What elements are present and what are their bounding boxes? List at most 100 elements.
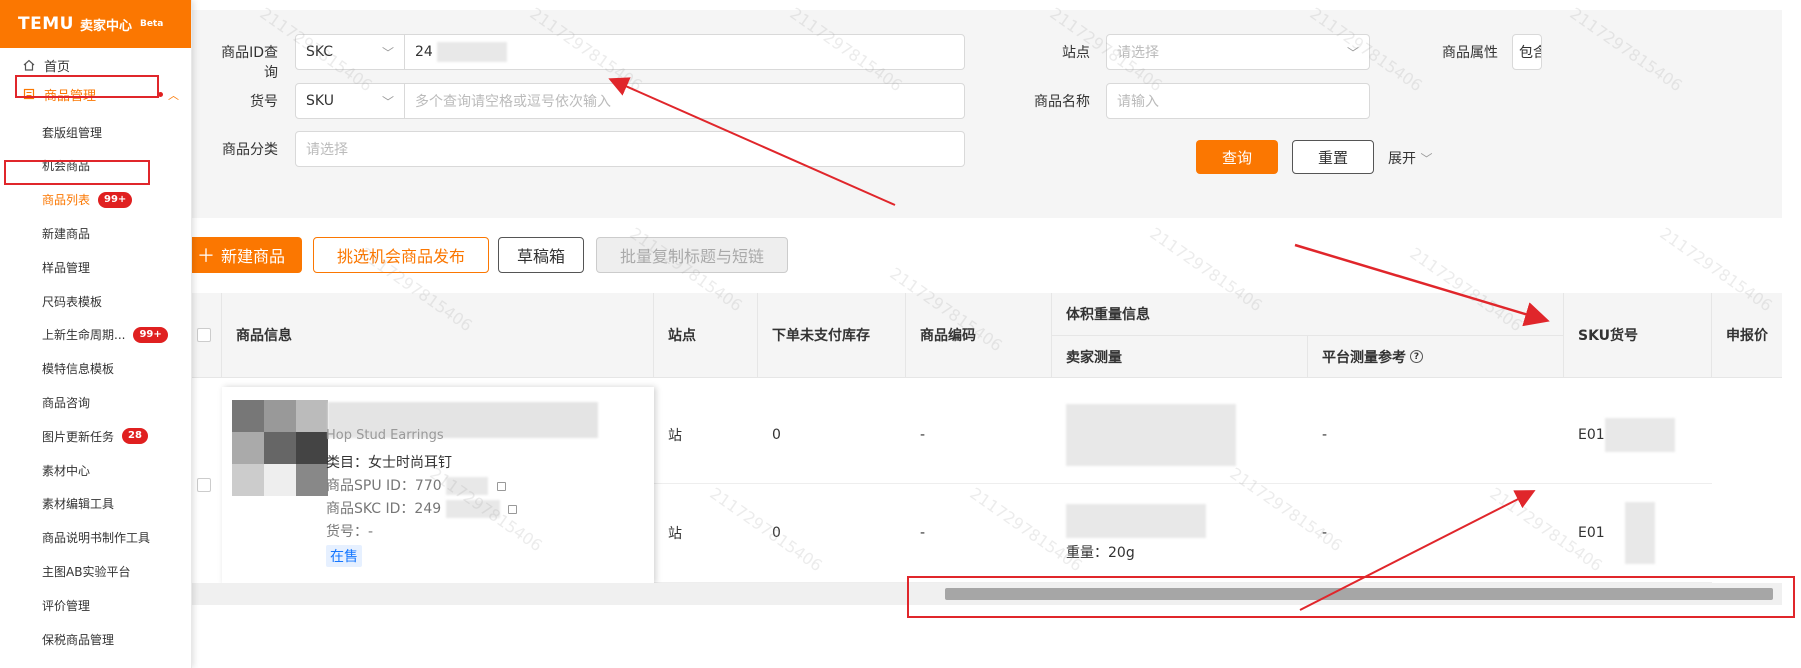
attribute-select[interactable]: 包含 [1512, 34, 1542, 70]
input-value: 24 [415, 44, 433, 60]
batch-copy-button[interactable]: 批量复制标题与短链 [596, 237, 788, 273]
header-product-info: 商品信息 [222, 293, 654, 378]
logo-subtitle: 卖家中心 [79, 18, 132, 34]
product-id-input[interactable]: 24 [404, 34, 965, 70]
sidebar-item-2[interactable]: 商品列表 99+ [0, 185, 192, 215]
sidebar-item-label: 图片更新任务 [42, 429, 115, 444]
chevron-down-icon: ﹀ [381, 94, 394, 109]
sidebar-item-13[interactable]: 主图AB实验平台 [0, 556, 192, 586]
help-icon[interactable]: ? [1410, 350, 1423, 363]
sidebar-item-label: 机会商品 [42, 159, 91, 174]
product-name-label: 商品名称 [1034, 94, 1090, 110]
sidebar-item-label: 商品管理 [44, 88, 97, 104]
selected-value: SKC [306, 44, 334, 60]
spu-text: 商品SPU ID：770 [326, 478, 442, 494]
product-thumbnail[interactable] [232, 400, 328, 496]
selected-value: SKU [306, 93, 334, 109]
chevron-up-icon: ︿ [168, 89, 179, 102]
sku-value: E01 [1578, 427, 1605, 443]
sku-type-select[interactable]: SKU ﹀ [295, 83, 405, 119]
header-declared-price: 申报价 [1712, 293, 1782, 378]
expand-label: 展开 [1388, 151, 1416, 167]
sidebar-item-label: 首页 [44, 59, 71, 75]
select-all-checkbox[interactable] [197, 328, 211, 342]
sidebar-item-product-management[interactable]: 商品管理 ︿ [0, 79, 192, 109]
drafts-button[interactable]: 草稿箱 [498, 237, 584, 273]
product-id-type-select[interactable]: SKC ﹀ [295, 34, 405, 70]
sidebar-item-label: 保税商品管理 [42, 632, 115, 647]
sidebar-item-label: 新建商品 [42, 226, 91, 241]
row-checkbox[interactable] [197, 478, 211, 492]
sidebar-item-4[interactable]: 样品管理 [0, 252, 192, 282]
sidebar-item-label: 评价管理 [42, 598, 91, 613]
sidebar-item-home[interactable]: 首页 [0, 50, 192, 80]
sidebar-item-label: 主图AB实验平台 [42, 564, 131, 579]
sidebar-item-9[interactable]: 图片更新任务 28 [0, 421, 192, 451]
product-category: 类目：女士时尚耳钉 [326, 455, 452, 471]
sidebar-item-label: 素材编辑工具 [42, 497, 115, 512]
copy-icon[interactable] [496, 481, 506, 491]
query-button[interactable]: 查询 [1196, 140, 1278, 174]
sidebar-item-label: 商品说明书制作工具 [42, 531, 151, 546]
placeholder-text: 请选择 [1117, 45, 1159, 61]
sidebar-item-8[interactable]: 商品咨询 [0, 387, 192, 417]
row-2-platform-ref: - [1308, 484, 1564, 583]
row-1-seller-measure [1052, 387, 1308, 484]
notification-dot [158, 92, 163, 97]
category-select[interactable]: 请选择 [295, 131, 965, 167]
horizontal-scrollbar-thumb[interactable] [945, 588, 1773, 600]
weight-value: 重量：20g [1066, 545, 1135, 561]
redacted-value [1624, 502, 1655, 564]
sidebar-item-label: 素材中心 [42, 463, 91, 478]
product-spu-id: 商品SPU ID：770 [326, 475, 506, 495]
selected-value: 包含 [1519, 45, 1541, 61]
sidebar-item-label: 上新生命周期... [42, 328, 126, 343]
product-id-label: 商品ID查询 [221, 45, 278, 81]
sku-label: 货号 [250, 94, 278, 110]
sidebar-item-label: 模特信息模板 [42, 362, 115, 377]
logo-bar[interactable]: TEMU 卖家中心 Beta [0, 0, 191, 48]
row-2-sku-code: E01 [1564, 484, 1712, 583]
row-1-site: 站 [654, 387, 758, 484]
sku-input[interactable]: 多个查询请空格或逗号依次输入 [404, 83, 965, 119]
expand-button[interactable]: 展开 ﹀ [1388, 148, 1432, 168]
sidebar-item-15[interactable]: 保税商品管理 [0, 624, 192, 654]
sidebar-item-0[interactable]: 套版组管理 [0, 117, 192, 147]
sidebar-item-11[interactable]: 素材编辑工具 [0, 489, 192, 519]
sidebar-item-10[interactable]: 素材中心 [0, 455, 192, 485]
sidebar-item-6[interactable]: 上新生命周期... 99+ [0, 320, 192, 350]
skc-text: 商品SKC ID：249 [326, 501, 442, 517]
sidebar-item-1[interactable]: 机会商品 [0, 151, 192, 181]
sidebar-item-14[interactable]: 评价管理 [0, 590, 192, 620]
header-site: 站点 [654, 293, 758, 378]
status-badge: 在售 [326, 545, 362, 567]
redacted-value [1066, 404, 1236, 466]
redacted-value [445, 500, 500, 518]
sidebar-item-3[interactable]: 新建商品 [0, 218, 192, 248]
header-sku-code: SKU货号 [1564, 293, 1712, 378]
row-1-product-code: - [906, 387, 1052, 484]
redacted-value [1066, 504, 1206, 538]
site-select[interactable]: 请选择 ﹀ [1106, 34, 1370, 70]
new-product-button[interactable]: ＋ 新建商品 [180, 237, 302, 273]
row-1-platform-ref: - [1308, 387, 1564, 484]
sidebar-item-label: 尺码表模板 [42, 294, 103, 309]
pick-opportunity-button[interactable]: 挑选机会商品发布 [313, 237, 489, 273]
product-title-fragment: Hop Stud Earrings [326, 428, 444, 443]
copy-icon[interactable] [508, 504, 518, 514]
product-name-input[interactable]: 请输入 [1106, 83, 1370, 119]
beta-badge: Beta [139, 19, 164, 29]
count-badge: 99+ [133, 326, 168, 343]
sidebar-item-5[interactable]: 尺码表模板 [0, 286, 192, 316]
site-label: 站点 [1062, 45, 1090, 61]
sidebar-item-label: 样品管理 [42, 260, 91, 275]
header-label: 平台测量参考 [1322, 349, 1406, 366]
row-2-product-code: - [906, 484, 1052, 583]
placeholder-text: 请选择 [306, 142, 348, 158]
home-icon [22, 58, 36, 72]
redacted-value [1604, 418, 1675, 452]
reset-button[interactable]: 重置 [1292, 140, 1374, 174]
sidebar-item-12[interactable]: 商品说明书制作工具 [0, 523, 192, 553]
sidebar-item-7[interactable]: 模特信息模板 [0, 354, 192, 384]
category-label: 商品分类 [222, 142, 278, 158]
